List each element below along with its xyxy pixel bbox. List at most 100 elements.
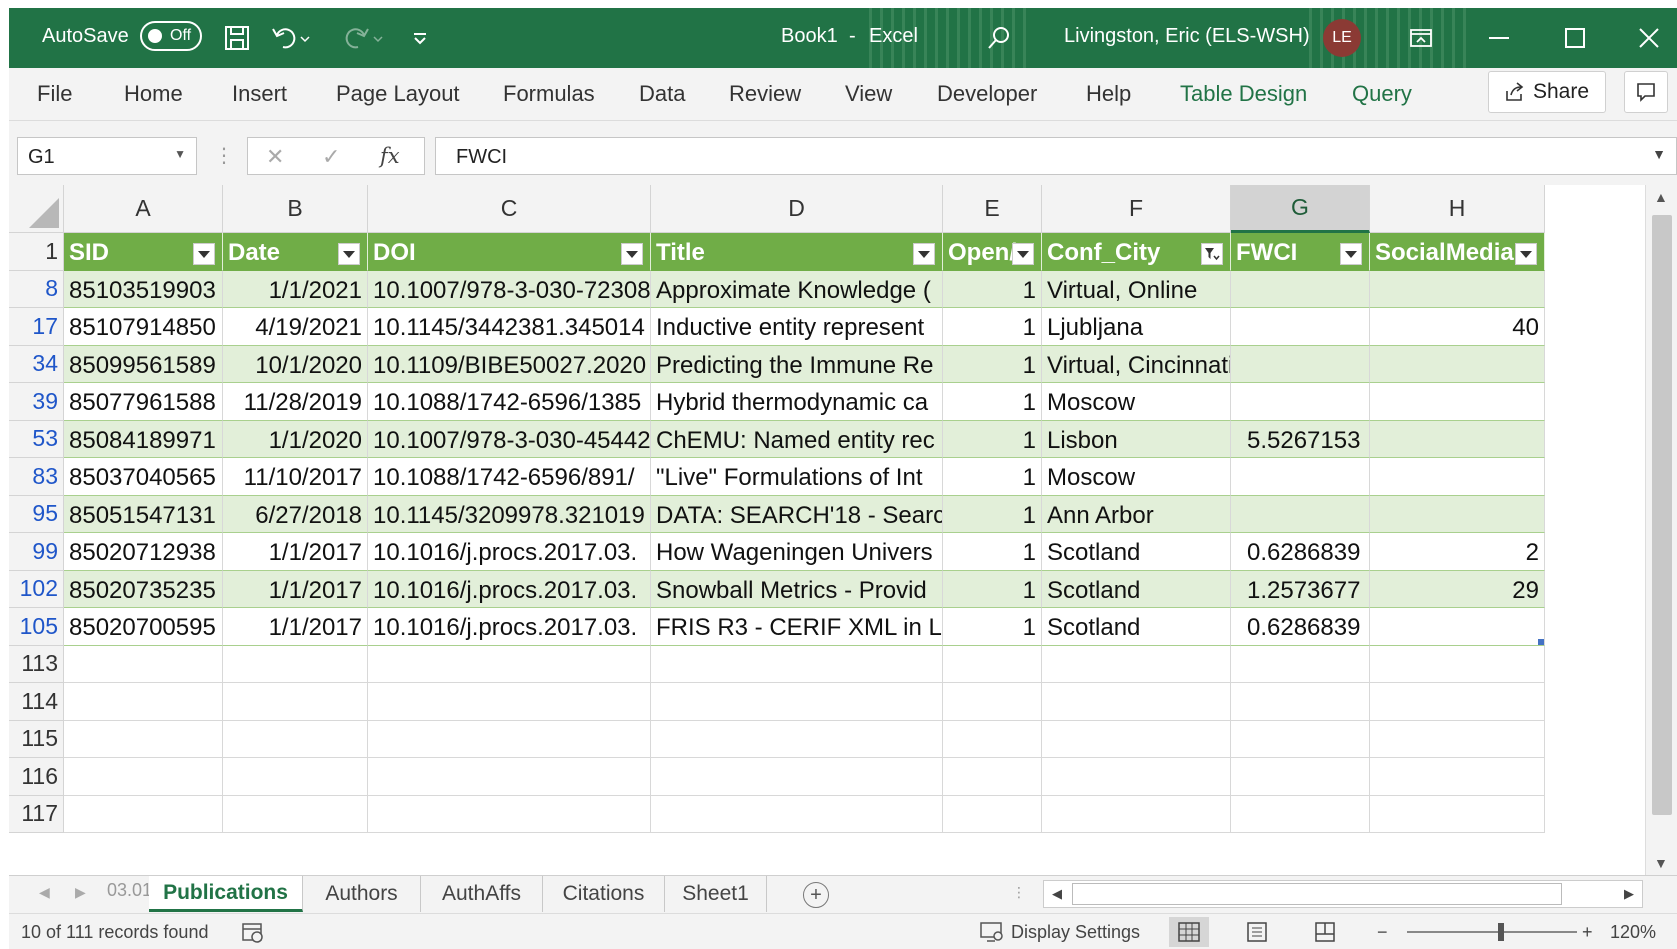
enter-icon[interactable]: ✓	[322, 144, 340, 170]
table-cell[interactable]: Inductive entity represent	[651, 308, 943, 346]
table-cell[interactable]: Virtual, Cincinnati	[1042, 345, 1231, 383]
menu-view[interactable]: View	[845, 81, 892, 107]
table-cell[interactable]	[1231, 458, 1370, 496]
add-sheet-button[interactable]: +	[803, 882, 829, 908]
table-cell[interactable]: 29	[1370, 570, 1545, 608]
empty-cell[interactable]	[223, 720, 368, 758]
row-header[interactable]: 117	[9, 795, 64, 833]
table-cell[interactable]: 1	[943, 458, 1042, 496]
empty-cell[interactable]	[1042, 720, 1231, 758]
table-cell[interactable]: 85084189971	[64, 420, 223, 458]
menu-home[interactable]: Home	[124, 81, 183, 107]
table-cell[interactable]: 10.1016/j.procs.2017.03.	[368, 533, 651, 571]
table-cell[interactable]: Scotland	[1042, 533, 1231, 571]
user-name[interactable]: Livingston, Eric (ELS-WSH)	[1064, 25, 1310, 48]
row-header[interactable]: 83	[9, 458, 64, 496]
row-header[interactable]: 34	[9, 345, 64, 383]
empty-cell[interactable]	[1231, 645, 1370, 683]
table-cell[interactable]: 1	[943, 270, 1042, 308]
table-cell[interactable]: Snowball Metrics - Provid	[651, 570, 943, 608]
table-cell[interactable]	[1231, 345, 1370, 383]
table-cell[interactable]: 10.1145/3209978.321019	[368, 495, 651, 533]
row-header[interactable]: 17	[9, 308, 64, 346]
tab-authaffs[interactable]: AuthAffs	[421, 876, 543, 912]
table-cell[interactable]: 1	[943, 570, 1042, 608]
table-cell[interactable]: 1/1/2017	[223, 608, 368, 646]
table-cell[interactable]: 1	[943, 495, 1042, 533]
column-header-a[interactable]: A	[64, 185, 223, 233]
empty-cell[interactable]	[651, 720, 943, 758]
table-cell[interactable]: 4/19/2021	[223, 308, 368, 346]
table-cell[interactable]: 85103519903	[64, 270, 223, 308]
menu-formulas[interactable]: Formulas	[503, 81, 595, 107]
scroll-left-icon[interactable]: ◀	[1052, 886, 1062, 902]
table-cell[interactable]: "Live" Formulations of Int	[651, 458, 943, 496]
tab-prev-icon[interactable]: ◀	[39, 884, 50, 901]
table-resize-handle[interactable]	[1538, 638, 1544, 645]
empty-cell[interactable]	[368, 720, 651, 758]
empty-cell[interactable]	[368, 795, 651, 833]
table-cell[interactable]: 10.1016/j.procs.2017.03.	[368, 570, 651, 608]
zoom-level[interactable]: 120%	[1610, 922, 1656, 943]
table-cell[interactable]: 10.1016/j.procs.2017.03.	[368, 608, 651, 646]
table-cell[interactable]	[1231, 270, 1370, 308]
empty-cell[interactable]	[368, 683, 651, 721]
table-header-cell[interactable]: Title	[651, 233, 943, 271]
filter-dropdown-icon[interactable]	[913, 243, 935, 265]
empty-cell[interactable]	[1370, 645, 1545, 683]
empty-cell[interactable]	[223, 683, 368, 721]
column-header-e[interactable]: E	[943, 185, 1042, 233]
table-cell[interactable]	[1370, 458, 1545, 496]
table-header-cell[interactable]: FWCI	[1231, 233, 1370, 271]
table-cell[interactable]	[1370, 345, 1545, 383]
tab-next-icon[interactable]: ▶	[75, 884, 86, 901]
table-cell[interactable]	[1370, 270, 1545, 308]
empty-cell[interactable]	[223, 795, 368, 833]
row-header[interactable]: 115	[9, 720, 64, 758]
menu-insert[interactable]: Insert	[232, 81, 287, 107]
column-header-b[interactable]: B	[223, 185, 368, 233]
table-cell[interactable]: 1	[943, 533, 1042, 571]
close-icon[interactable]	[1633, 22, 1665, 54]
table-cell[interactable]: 10/1/2020	[223, 345, 368, 383]
macro-recording-icon[interactable]	[241, 922, 265, 944]
table-cell[interactable]: 85020735235	[64, 570, 223, 608]
row-header[interactable]: 95	[9, 495, 64, 533]
table-cell[interactable]: Lisbon	[1042, 420, 1231, 458]
column-header-c[interactable]: C	[368, 185, 651, 233]
table-cell[interactable]: ChEMU: Named entity rec	[651, 420, 943, 458]
column-header-f[interactable]: F	[1042, 185, 1231, 233]
zoom-slider[interactable]	[1407, 931, 1577, 933]
table-cell[interactable]	[1370, 420, 1545, 458]
more-options-icon[interactable]: ⋮	[214, 143, 234, 168]
horizontal-scrollbar[interactable]: ◀ ▶	[1043, 880, 1643, 908]
table-cell[interactable]: 1	[943, 345, 1042, 383]
normal-view-button[interactable]	[1169, 917, 1209, 947]
menu-file[interactable]: File	[37, 81, 72, 107]
filter-dropdown-icon[interactable]	[1012, 243, 1034, 265]
hscroll-thumb[interactable]	[1072, 883, 1562, 905]
row-header[interactable]: 116	[9, 758, 64, 796]
table-cell[interactable]: 0.6286839	[1231, 608, 1370, 646]
autosave-toggle[interactable]: Off	[140, 21, 202, 51]
empty-cell[interactable]	[1042, 645, 1231, 683]
table-header-cell[interactable]: Open/	[943, 233, 1042, 271]
empty-cell[interactable]	[651, 683, 943, 721]
filter-dropdown-icon[interactable]	[621, 243, 643, 265]
row-header[interactable]: 8	[9, 270, 64, 308]
chevron-down-icon[interactable]: ▼	[174, 147, 186, 161]
table-header-cell[interactable]: SocialMedia	[1370, 233, 1545, 271]
table-cell[interactable]: Virtual, Online	[1042, 270, 1231, 308]
zoom-in-button[interactable]: +	[1582, 922, 1593, 943]
maximize-icon[interactable]	[1559, 22, 1591, 54]
column-header-d[interactable]: D	[651, 185, 943, 233]
table-cell[interactable]: Ljubljana	[1042, 308, 1231, 346]
table-cell[interactable]: Ann Arbor	[1042, 495, 1231, 533]
table-cell[interactable]: Scotland	[1042, 608, 1231, 646]
row-header[interactable]: 39	[9, 383, 64, 421]
scroll-right-icon[interactable]: ▶	[1624, 886, 1634, 902]
menu-page-layout[interactable]: Page Layout	[336, 81, 460, 107]
cancel-icon[interactable]: ✕	[266, 144, 284, 170]
table-cell[interactable]: 1	[943, 420, 1042, 458]
empty-cell[interactable]	[651, 795, 943, 833]
